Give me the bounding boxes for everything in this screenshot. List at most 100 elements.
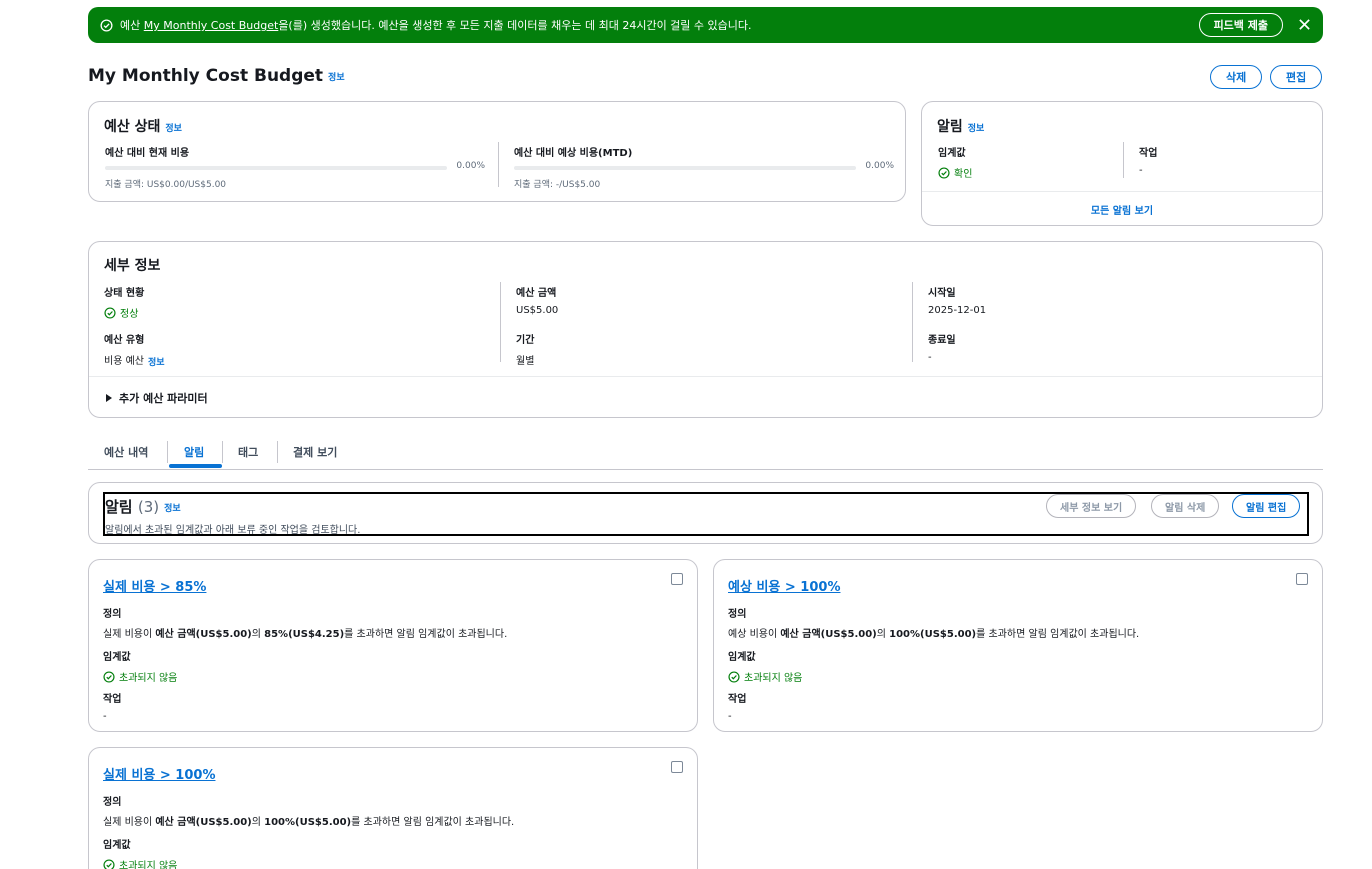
status-value: 정상 (120, 309, 139, 320)
close-icon[interactable] (1298, 18, 1311, 31)
info-link[interactable]: 정보 (164, 504, 181, 514)
action-label: 작업 (1139, 148, 1158, 159)
budget-status-title-text: 예산 상태 (104, 119, 161, 135)
threshold-section: 임계값 초과되지 않음 (103, 648, 177, 684)
forecast-cost-percent: 0.00% (865, 161, 894, 171)
threshold-status: 초과되지 않음 (103, 857, 177, 869)
start-date-field: 시작일 2025-12-01 (928, 284, 986, 316)
alarm-card-title-link[interactable]: 실제 비용 > 85% (103, 576, 206, 595)
expander-label: 추가 예산 파라미터 (119, 392, 208, 405)
status-value-row: 정상 (104, 305, 144, 320)
success-check-icon (100, 18, 113, 32)
action-value: - (103, 711, 107, 722)
definition-text-part: 예상 비용이 (728, 629, 781, 640)
tab-separator (277, 441, 278, 463)
forecast-cost-label: 예산 대비 예상 비용(MTD) (514, 148, 633, 159)
status-check-icon (104, 306, 116, 319)
definition-text-bold: 100%(US$5.00) (889, 629, 977, 640)
threshold-label: 임계값 (728, 652, 756, 663)
threshold-section: 임계값 초과되지 않음 (728, 648, 802, 684)
budget-status-card: 예산 상태 정보 예산 대비 현재 비용 0.00% 지출 금액: US$0.00… (88, 101, 906, 202)
tab-separator (222, 441, 223, 463)
alarm-summary-card: 알림 정보 임계값 확인 작업 - 모든 알림 보기 (921, 101, 1323, 226)
threshold-label: 임계값 (103, 652, 131, 663)
info-link[interactable]: 정보 (328, 73, 345, 83)
current-cost-progress-bar (105, 166, 447, 170)
budget-type-text: 비용 예산 (104, 356, 144, 367)
threshold-status: 초과되지 않음 (103, 669, 177, 684)
alarms-heading-text: 알림 (105, 498, 133, 516)
tab-separator (167, 441, 168, 463)
action-label: 작업 (728, 694, 747, 705)
divider (89, 376, 1322, 377)
divider (498, 142, 499, 187)
start-date-label: 시작일 (928, 288, 956, 299)
action-value: - (728, 711, 732, 722)
threshold-field: 임계값 확인 (938, 144, 972, 180)
caret-right-icon (106, 394, 112, 402)
definition-text-bold: 예산 금액(US$5.00) (155, 629, 252, 640)
status-field: 상태 현황 정상 (104, 284, 144, 320)
budget-amount-label: 예산 금액 (516, 288, 557, 299)
page-title: My Monthly Cost Budget 정보 (88, 66, 345, 86)
status-check-icon (103, 670, 115, 683)
info-link[interactable]: 정보 (968, 124, 985, 134)
end-date-field: 종료일 - (928, 331, 956, 363)
info-link[interactable]: 정보 (165, 124, 182, 134)
info-link[interactable]: 정보 (148, 358, 165, 368)
edit-alarm-button[interactable]: 알림 편집 (1232, 494, 1301, 518)
action-section: 작업 - (728, 690, 746, 722)
definition-section: 정의 실제 비용이 예산 금액(US$5.00)의 85%(US$4.25)를 … (103, 605, 507, 640)
definition-text: 예상 비용이 예산 금액(US$5.00)의 100%(US$5.00)를 초과… (728, 625, 1139, 640)
current-cost-sub: 지출 금액: US$0.00/US$5.00 (105, 180, 227, 190)
alarm-card: 실제 비용 > 100% 정의 실제 비용이 예산 금액(US$5.00)의 1… (88, 747, 698, 869)
definition-text-part: 를 초과하면 알림 임계값이 초과됩니다. (351, 817, 515, 828)
flash-suffix: 을(를) 생성했습니다. 예산을 생성한 후 모든 지출 데이터를 채우는 데 … (278, 19, 752, 32)
period-label: 기간 (516, 335, 535, 346)
current-cost-metric: 예산 대비 현재 비용 0.00% 지출 금액: US$0.00/US$5.00 (105, 144, 485, 190)
tab-alarms[interactable]: 알림 (184, 444, 204, 460)
alarm-card-title-link[interactable]: 실제 비용 > 100% (103, 764, 215, 783)
delete-button[interactable]: 삭제 (1210, 65, 1263, 89)
edit-button[interactable]: 편집 (1270, 65, 1323, 89)
definition-label: 정의 (103, 609, 122, 620)
threshold-label: 임계값 (938, 148, 966, 159)
status-label: 상태 현황 (104, 288, 145, 299)
view-all-alarms-link[interactable]: 모든 알림 보기 (922, 202, 1322, 217)
forecast-cost-sub: 지출 금액: -/US$5.00 (514, 180, 601, 190)
alarms-description: 알림에서 초과된 임계값과 아래 보류 중인 작업을 검토합니다. (105, 525, 361, 536)
budget-type-field: 예산 유형 비용 예산 정보 (104, 331, 165, 368)
additional-params-expander[interactable]: 추가 예산 파라미터 (105, 390, 208, 406)
definition-section: 정의 예상 비용이 예산 금액(US$5.00)의 100%(US$5.00)를… (728, 605, 1139, 640)
end-date-value: - (928, 352, 932, 363)
tab-billing-view[interactable]: 결제 보기 (293, 444, 337, 460)
tab-bar: 예산 내역 알림 태그 결제 보기 (88, 437, 1323, 470)
action-field: 작업 - (1139, 144, 1157, 176)
alarms-header-card: 알림 (3) 정보 알림에서 초과된 임계값과 아래 보류 중인 작업을 검토합니… (88, 482, 1323, 544)
alarm-summary-title-text: 알림 (937, 119, 963, 135)
feedback-button[interactable]: 피드백 제출 (1198, 13, 1283, 37)
threshold-status: 확인 (938, 165, 972, 180)
alarm-select-checkbox[interactable] (671, 573, 683, 585)
alarm-card: 실제 비용 > 85% 정의 실제 비용이 예산 금액(US$5.00)의 85… (88, 559, 698, 732)
alarm-select-checkbox[interactable] (671, 761, 683, 773)
alarm-card-title-link[interactable]: 예상 비용 > 100% (728, 576, 840, 595)
budget-status-title: 예산 상태 정보 (104, 116, 182, 136)
flash-message: 예산 My Monthly Cost Budget을(를) 생성했습니다. 예산… (120, 17, 752, 33)
delete-alarm-button[interactable]: 알림 삭제 (1151, 494, 1220, 518)
forecast-cost-metric: 예산 대비 예상 비용(MTD) 0.00% 지출 금액: -/US$5.00 (514, 144, 894, 190)
forecast-cost-progress-bar (514, 166, 856, 170)
threshold-value: 확인 (954, 169, 973, 180)
start-date-value: 2025-12-01 (928, 305, 987, 316)
budget-link[interactable]: My Monthly Cost Budget (144, 19, 279, 32)
tab-budget-history[interactable]: 예산 내역 (104, 444, 148, 460)
period-value: 월별 (516, 356, 535, 367)
success-flash-bar: 예산 My Monthly Cost Budget을(를) 생성했습니다. 예산… (88, 7, 1323, 43)
definition-text-part: 의 (251, 629, 265, 640)
tab-tags[interactable]: 태그 (238, 444, 258, 460)
view-details-button[interactable]: 세부 정보 보기 (1046, 494, 1137, 518)
definition-text: 실제 비용이 예산 금액(US$5.00)의 85%(US$4.25)를 초과하… (103, 625, 507, 640)
threshold-label: 임계값 (103, 840, 131, 851)
alarm-select-checkbox[interactable] (1296, 573, 1308, 585)
definition-section: 정의 실제 비용이 예산 금액(US$5.00)의 100%(US$5.00)를… (103, 793, 514, 828)
